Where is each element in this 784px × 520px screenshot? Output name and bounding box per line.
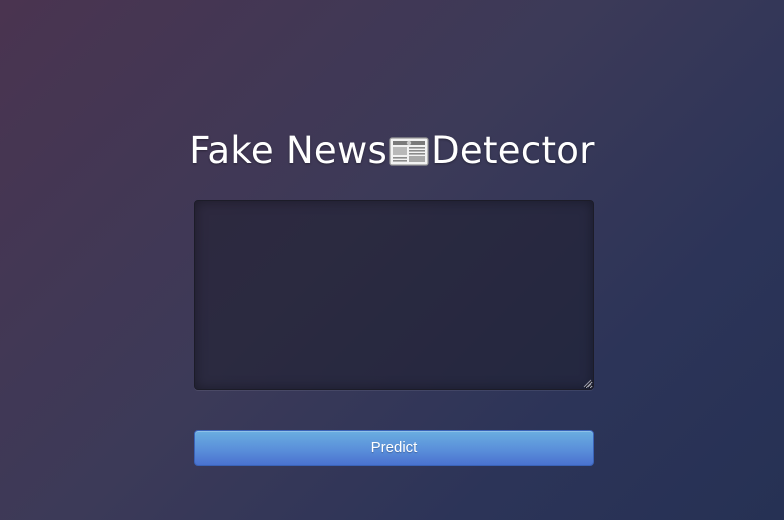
news-text-input[interactable] xyxy=(194,200,594,390)
predict-button[interactable]: Predict xyxy=(194,430,594,466)
title-text-detector: Detector xyxy=(431,129,595,172)
newspaper-icon xyxy=(389,137,429,166)
resize-grip-icon[interactable] xyxy=(583,379,592,388)
page-title: Fake News Detector xyxy=(0,126,784,176)
title-text-fake-news: Fake News xyxy=(189,129,388,172)
